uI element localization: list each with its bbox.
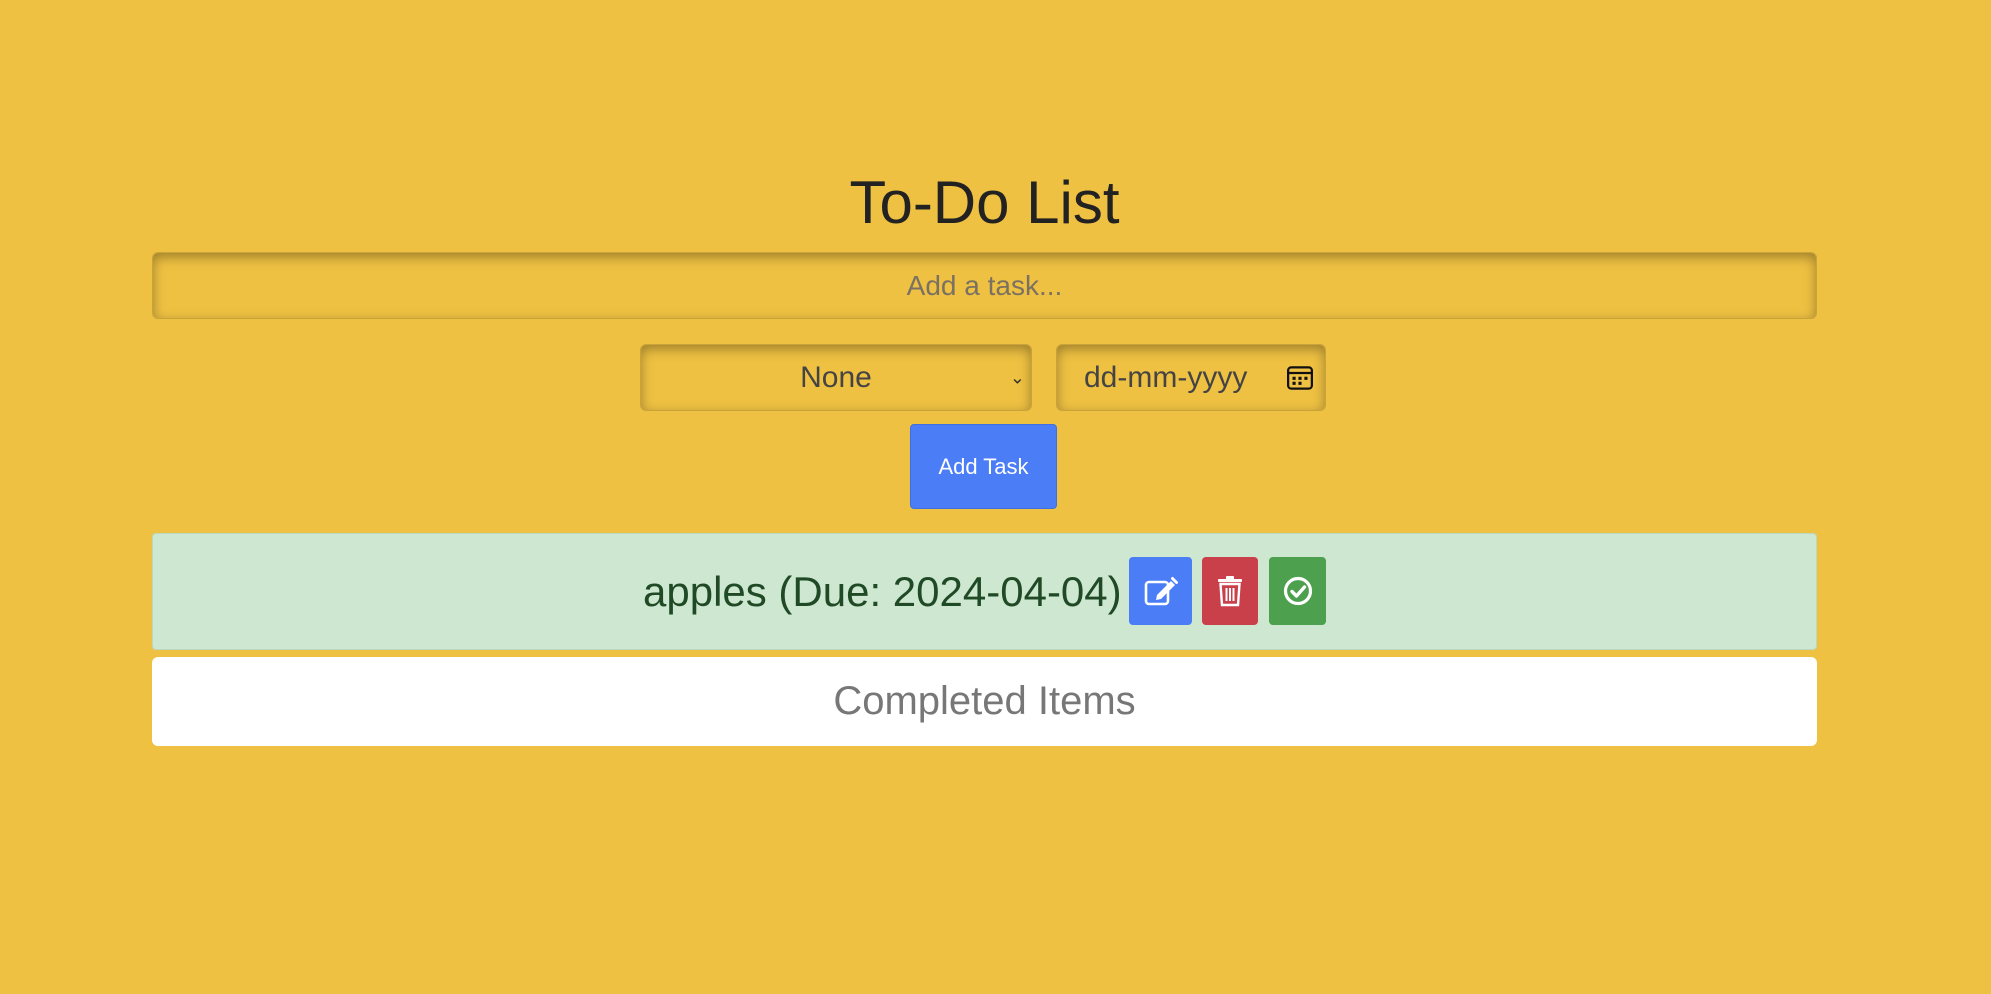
priority-select[interactable]: None ⌄ xyxy=(640,344,1032,411)
task-input[interactable] xyxy=(152,252,1817,319)
chevron-down-icon: ⌄ xyxy=(1009,367,1025,387)
date-placeholder: dd-mm-yyyy xyxy=(1084,360,1248,394)
edit-icon xyxy=(1144,577,1178,606)
calendar-icon[interactable] xyxy=(1285,363,1315,393)
trash-icon xyxy=(1218,576,1242,607)
controls-row: None ⌄ dd-mm-yyyy xyxy=(152,344,1817,411)
check-circle-icon xyxy=(1283,576,1312,606)
due-date-input[interactable]: dd-mm-yyyy xyxy=(1056,344,1326,411)
task-text: apples (Due: 2024-04-04) xyxy=(643,567,1122,615)
completed-items-heading: Completed Items xyxy=(833,679,1136,723)
priority-selected-value: None xyxy=(800,360,872,394)
edit-task-button[interactable] xyxy=(1129,557,1192,625)
page-title: To-Do List xyxy=(849,169,1120,236)
add-task-button[interactable]: Add Task xyxy=(910,424,1057,509)
task-item: apples (Due: 2024-04-04) xyxy=(152,533,1817,650)
completed-items-section: Completed Items xyxy=(152,657,1817,746)
delete-task-button[interactable] xyxy=(1202,557,1258,625)
complete-task-button[interactable] xyxy=(1269,557,1326,625)
